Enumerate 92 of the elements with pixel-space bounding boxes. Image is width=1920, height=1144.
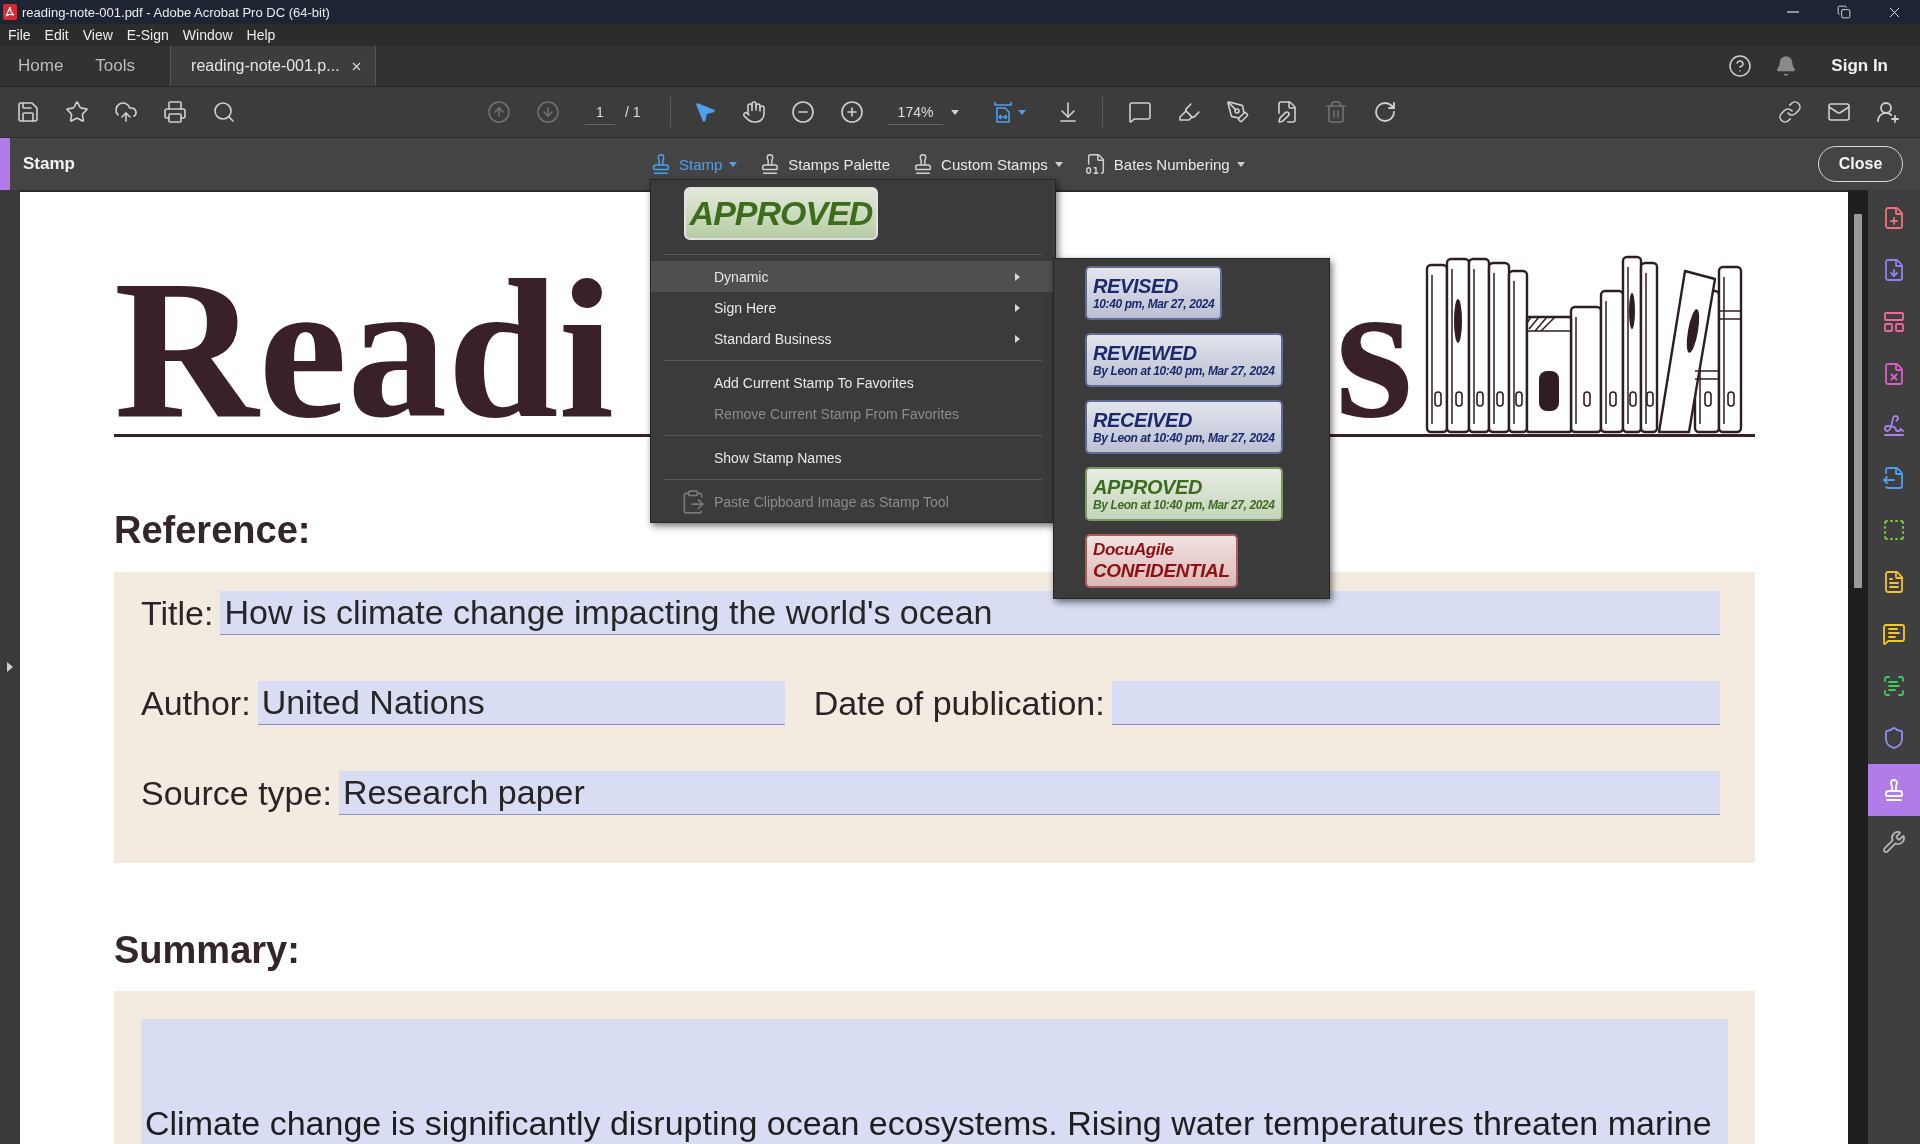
accent-bar bbox=[0, 138, 10, 190]
submenu-arrow-icon bbox=[1015, 272, 1020, 281]
stamp-option[interactable]: DocuAgile CONFIDENTIAL bbox=[1085, 534, 1238, 588]
scan-icon bbox=[1882, 674, 1906, 698]
bell-icon bbox=[1775, 55, 1798, 77]
file-arrow-icon bbox=[1882, 258, 1906, 282]
expand-arrow-icon[interactable] bbox=[7, 662, 13, 672]
caret-icon bbox=[1018, 109, 1026, 115]
menu-item[interactable]: Standard Business bbox=[651, 323, 1055, 354]
printer-icon bbox=[162, 100, 187, 124]
menu-item[interactable]: Show Stamp Names bbox=[651, 442, 1055, 473]
stamp-option[interactable]: RECEIVED By Leon at 10:40 pm, Mar 27, 2024 bbox=[1085, 400, 1283, 454]
comment-icon bbox=[1882, 622, 1906, 646]
panel-title: Stamp bbox=[23, 154, 75, 174]
menu-item[interactable]: Sign Here bbox=[651, 292, 1055, 323]
zoom-field[interactable]: 174% bbox=[888, 99, 943, 125]
file-digit-icon bbox=[1084, 153, 1107, 175]
field-label: Source type: bbox=[141, 773, 332, 814]
wrench-icon bbox=[1882, 830, 1906, 854]
menu-item[interactable]: Dynamic bbox=[651, 261, 1055, 292]
stamp-tool-button[interactable]: Stamp bbox=[650, 146, 738, 182]
menu-bar-item[interactable]: Window bbox=[175, 24, 240, 46]
input-field[interactable] bbox=[1111, 681, 1720, 725]
section-heading: Reference: bbox=[114, 508, 311, 553]
add-user-icon bbox=[1875, 100, 1900, 124]
mail-icon bbox=[1826, 100, 1851, 124]
trash-icon bbox=[1323, 100, 1348, 124]
field-label: Title: bbox=[141, 593, 214, 634]
stamp-icon bbox=[650, 153, 672, 175]
menu-bar-item[interactable]: Edit bbox=[37, 24, 76, 46]
tab[interactable]: Tools bbox=[79, 46, 152, 86]
scrollbar-thumb[interactable] bbox=[1854, 214, 1862, 588]
search-icon bbox=[211, 100, 236, 124]
tool-button[interactable] bbox=[1868, 764, 1920, 816]
save-icon bbox=[15, 100, 40, 124]
minimize-icon bbox=[1786, 11, 1799, 13]
rotate-icon bbox=[1372, 100, 1397, 124]
comment-icon bbox=[1127, 100, 1152, 124]
file-plus-icon bbox=[1882, 206, 1906, 230]
pen-nib-icon bbox=[1225, 100, 1250, 124]
stamp-tool-button[interactable]: Bates Numbering bbox=[1084, 146, 1245, 182]
page-count: / 1 bbox=[625, 104, 642, 120]
menu-bar-item[interactable]: View bbox=[75, 24, 120, 46]
page-number-field[interactable]: 1 bbox=[585, 99, 615, 125]
tab[interactable]: reading-note-001.p... bbox=[170, 46, 376, 86]
dashed-square-icon bbox=[1882, 518, 1906, 542]
zoom-out-icon bbox=[790, 100, 815, 124]
field-label: Date of publication: bbox=[813, 683, 1105, 724]
caret-icon bbox=[951, 109, 959, 115]
file-text-icon bbox=[1882, 570, 1906, 594]
signature-icon bbox=[1882, 414, 1906, 438]
stamp-tool-button[interactable]: Custom Stamps bbox=[912, 146, 1063, 182]
file-output-icon bbox=[1882, 466, 1906, 490]
field-label: Author: bbox=[141, 683, 251, 724]
zoom-in-icon bbox=[839, 100, 864, 124]
stamp-preview[interactable]: APPROVED bbox=[684, 187, 878, 240]
link-icon bbox=[1777, 100, 1802, 124]
section-heading: Summary: bbox=[114, 928, 300, 973]
submenu-arrow-icon bbox=[1015, 334, 1020, 343]
input-field[interactable]: Research paper bbox=[338, 771, 1720, 815]
menu-bar-item[interactable]: E-Sign bbox=[119, 24, 176, 46]
page-title: s bbox=[1335, 264, 1413, 434]
cloud-upload-icon bbox=[113, 100, 138, 124]
menu-bar-item[interactable]: File bbox=[1, 24, 38, 46]
file-x-icon bbox=[1882, 362, 1906, 386]
text-area[interactable]: Climate change is significantly disrupting ocean ecosystems. Rising water temperatures threaten marine bbox=[141, 1019, 1728, 1144]
hand-icon bbox=[741, 100, 766, 124]
menu-bar-item[interactable]: Help bbox=[239, 24, 283, 46]
app-logo-icon bbox=[3, 4, 17, 20]
layout-icon bbox=[1882, 310, 1906, 334]
stamp-option[interactable]: REVIEWED By Leon at 10:40 pm, Mar 27, 2024 bbox=[1085, 333, 1283, 387]
submenu-arrow-icon bbox=[1015, 303, 1020, 312]
shield-icon bbox=[1882, 726, 1906, 750]
stamp-option[interactable]: REVISED 10:40 pm, Mar 27, 2024 bbox=[1085, 266, 1223, 320]
input-field[interactable]: How is climate change impacting the world's ocean bbox=[220, 591, 1720, 635]
star-icon bbox=[64, 100, 89, 124]
help-icon bbox=[1728, 54, 1753, 78]
arrow-up-icon bbox=[486, 100, 511, 124]
restore-icon bbox=[1836, 5, 1851, 19]
highlighter-icon bbox=[1176, 100, 1201, 124]
stamp-tool-button[interactable]: Stamps Palette bbox=[759, 146, 891, 182]
menu-item[interactable]: Add Current Stamp To Favorites bbox=[651, 367, 1055, 398]
page-title: Readi bbox=[114, 264, 614, 434]
scrollbar[interactable] bbox=[1848, 190, 1868, 1144]
window-title: reading-note-001.pdf - Adobe Acrobat Pro DC (64-bit) bbox=[22, 4, 331, 20]
sign-in-button[interactable]: Sign In bbox=[1809, 46, 1920, 86]
input-field[interactable]: United Nations bbox=[257, 681, 785, 725]
tab[interactable]: Home bbox=[2, 46, 80, 86]
page-fit-icon bbox=[991, 100, 1015, 124]
stamp-option[interactable]: APPROVED By Leon at 10:40 pm, Mar 27, 2024 bbox=[1085, 467, 1283, 521]
arrow-down-icon bbox=[535, 100, 560, 124]
stamp-icon bbox=[1882, 778, 1906, 802]
